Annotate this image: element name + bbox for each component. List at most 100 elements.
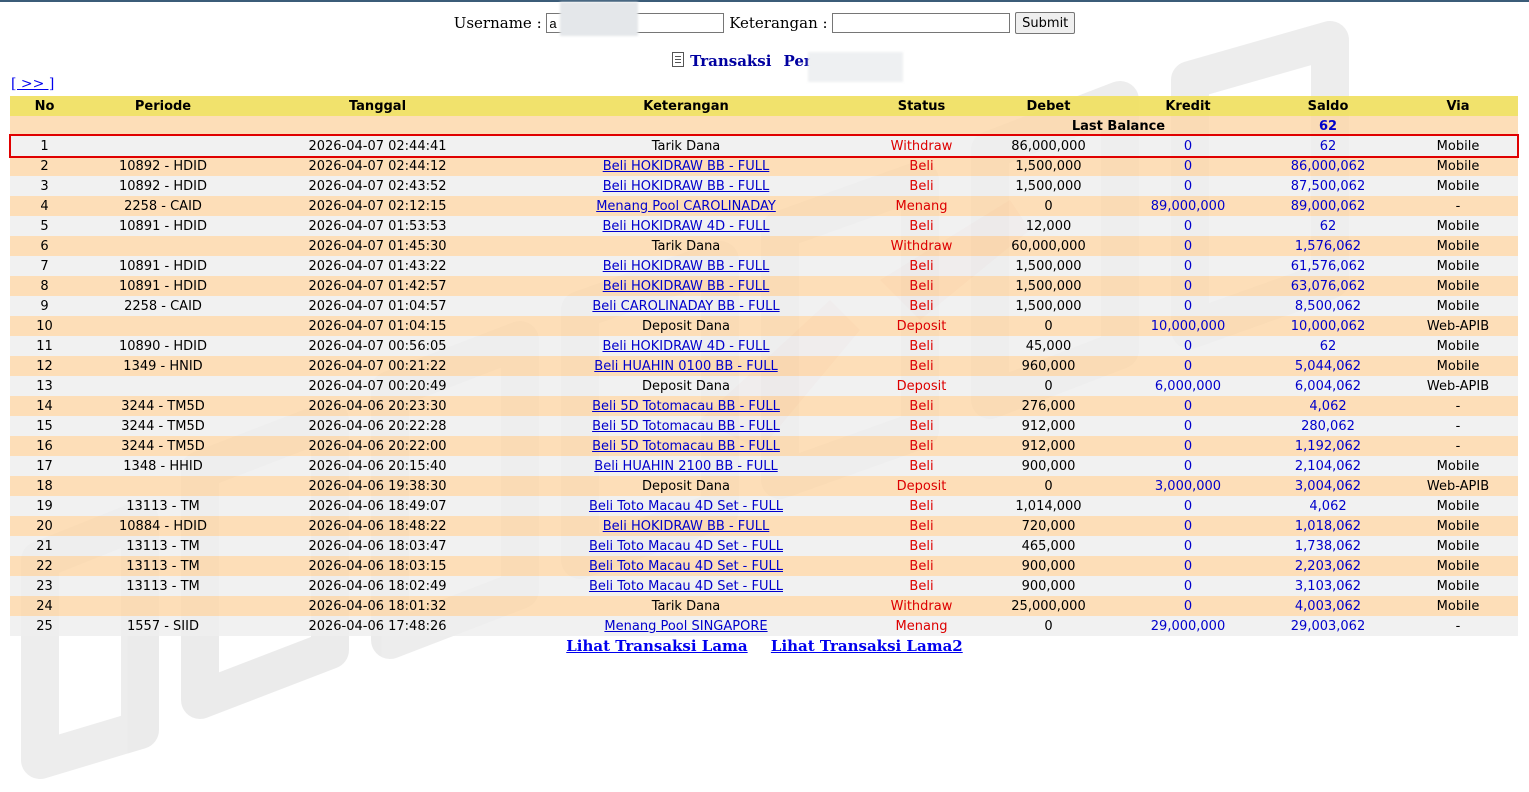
row-saldo: 62 xyxy=(1258,336,1398,356)
row-keterangan: Deposit Dana xyxy=(508,376,864,396)
transaction-detail-link[interactable]: Beli 5D Totomacau BB - FULL xyxy=(592,399,780,414)
last-balance-row: Last Balance 62 xyxy=(10,116,1518,136)
row-kredit: 0 xyxy=(1118,536,1258,556)
row-no: 14 xyxy=(10,396,79,416)
row-kredit: 0 xyxy=(1118,516,1258,536)
row-status: Withdraw xyxy=(864,596,979,616)
row-via: Mobile xyxy=(1398,156,1518,176)
row-tanggal: 2026-04-07 01:43:22 xyxy=(247,256,508,276)
row-tanggal: 2026-04-06 18:48:22 xyxy=(247,516,508,536)
table-row: 11 10890 - HDID 2026-04-07 00:56:05 Beli HO… xyxy=(10,336,1518,356)
transaction-detail-link[interactable]: Beli 5D Totomacau BB - FULL xyxy=(592,439,780,454)
row-periode xyxy=(79,596,247,616)
row-kredit: 89,000,000 xyxy=(1118,196,1258,216)
column-header: Via xyxy=(1398,96,1518,116)
row-no: 1 xyxy=(10,136,79,156)
row-kredit: 29,000,000 xyxy=(1118,616,1258,636)
row-debet: 60,000,000 xyxy=(979,236,1118,256)
column-header: No xyxy=(10,96,79,116)
row-saldo: 8,500,062 xyxy=(1258,296,1398,316)
transaction-detail-link[interactable]: Menang Pool SINGAPORE xyxy=(604,619,767,634)
row-via: Web-APIB xyxy=(1398,316,1518,336)
row-via: Web-APIB xyxy=(1398,476,1518,496)
old-transactions-link[interactable]: Lihat Transaksi Lama xyxy=(566,637,747,655)
row-no: 13 xyxy=(10,376,79,396)
row-status: Beli xyxy=(864,296,979,316)
row-periode xyxy=(79,376,247,396)
row-tanggal: 2026-04-07 02:44:12 xyxy=(247,156,508,176)
row-no: 5 xyxy=(10,216,79,236)
row-no: 16 xyxy=(10,436,79,456)
row-debet: 900,000 xyxy=(979,456,1118,476)
row-via: - xyxy=(1398,396,1518,416)
row-no: 10 xyxy=(10,316,79,336)
row-kredit: 0 xyxy=(1118,416,1258,436)
transaction-detail-link[interactable]: Beli HOKIDRAW BB - FULL xyxy=(603,279,770,294)
row-tanggal: 2026-04-07 00:56:05 xyxy=(247,336,508,356)
row-periode: 3244 - TM5D xyxy=(79,436,247,456)
transaction-detail-link[interactable]: Beli Toto Macau 4D Set - FULL xyxy=(589,559,783,574)
footer-links: Lihat Transaksi Lama Lihat Transaksi Lam… xyxy=(0,637,1529,655)
row-status: Beli xyxy=(864,256,979,276)
row-via: - xyxy=(1398,416,1518,436)
submit-button[interactable]: Submit xyxy=(1015,12,1076,34)
row-no: 18 xyxy=(10,476,79,496)
old-transactions2-link[interactable]: Lihat Transaksi Lama2 xyxy=(771,637,963,655)
row-via: Mobile xyxy=(1398,136,1518,156)
row-tanggal: 2026-04-06 19:38:30 xyxy=(247,476,508,496)
transaction-detail-link[interactable]: Beli Toto Macau 4D Set - FULL xyxy=(589,539,783,554)
transaction-detail-link[interactable]: Beli HOKIDRAW 4D - FULL xyxy=(602,339,769,354)
row-keterangan: Tarik Dana xyxy=(508,236,864,256)
transaction-detail-link[interactable]: Beli Toto Macau 4D Set - FULL xyxy=(589,579,783,594)
row-tanggal: 2026-04-07 01:04:57 xyxy=(247,296,508,316)
row-status: Beli xyxy=(864,356,979,376)
transaction-detail-link[interactable]: Beli HOKIDRAW 4D - FULL xyxy=(602,219,769,234)
row-debet: 276,000 xyxy=(979,396,1118,416)
row-debet: 912,000 xyxy=(979,416,1118,436)
keterangan-label: Keterangan : xyxy=(729,14,828,32)
keterangan-input[interactable] xyxy=(832,13,1011,33)
row-via: Mobile xyxy=(1398,516,1518,536)
next-page-link[interactable]: [ >> ] xyxy=(11,76,54,92)
row-kredit: 0 xyxy=(1118,276,1258,296)
transaction-detail-link[interactable]: Beli HOKIDRAW BB - FULL xyxy=(603,259,770,274)
transaction-detail-link[interactable]: Beli HOKIDRAW BB - FULL xyxy=(603,179,770,194)
table-row: 10 2026-04-07 01:04:15 Deposit Dana Deposit… xyxy=(10,316,1518,336)
row-saldo: 62 xyxy=(1258,136,1398,156)
row-no: 25 xyxy=(10,616,79,636)
row-debet: 0 xyxy=(979,316,1118,336)
row-saldo: 1,018,062 xyxy=(1258,516,1398,536)
row-saldo: 280,062 xyxy=(1258,416,1398,436)
table-row: 1 2026-04-07 02:44:41 Tarik Dana Withdraw 86… xyxy=(10,136,1518,156)
row-debet: 1,500,000 xyxy=(979,156,1118,176)
table-row: 16 3244 - TM5D 2026-04-06 20:22:00 Beli 5D … xyxy=(10,436,1518,456)
row-saldo: 3,004,062 xyxy=(1258,476,1398,496)
row-periode: 1557 - SIID xyxy=(79,616,247,636)
transaction-detail-link[interactable]: Menang Pool CAROLINADAY xyxy=(596,199,776,214)
transaction-detail-link[interactable]: Beli 5D Totomacau BB - FULL xyxy=(592,419,780,434)
row-periode: 13113 - TM xyxy=(79,556,247,576)
row-status: Withdraw xyxy=(864,136,979,156)
table-row: 24 2026-04-06 18:01:32 Tarik Dana Withdraw 2… xyxy=(10,596,1518,616)
row-debet: 1,500,000 xyxy=(979,256,1118,276)
column-header: Kredit xyxy=(1118,96,1258,116)
row-via: Mobile xyxy=(1398,536,1518,556)
row-periode: 10891 - HDID xyxy=(79,216,247,236)
row-periode: 2258 - CAID xyxy=(79,196,247,216)
row-saldo: 62 xyxy=(1258,216,1398,236)
row-keterangan: Deposit Dana xyxy=(508,316,864,336)
row-status: Beli xyxy=(864,516,979,536)
row-keterangan: Beli HOKIDRAW BB - FULL xyxy=(508,276,864,296)
transaction-detail-link[interactable]: Beli HOKIDRAW BB - FULL xyxy=(603,159,770,174)
transaction-detail-link[interactable]: Beli HUAHIN 2100 BB - FULL xyxy=(594,459,777,474)
row-debet: 1,014,000 xyxy=(979,496,1118,516)
row-periode xyxy=(79,476,247,496)
transaction-detail-link[interactable]: Beli HUAHIN 0100 BB - FULL xyxy=(594,359,777,374)
transaction-detail-link[interactable]: Beli Toto Macau 4D Set - FULL xyxy=(589,499,783,514)
table-row: 6 2026-04-07 01:45:30 Tarik Dana Withdraw 60… xyxy=(10,236,1518,256)
transaction-detail-link[interactable]: Beli CAROLINADAY BB - FULL xyxy=(592,299,779,314)
row-keterangan: Beli 5D Totomacau BB - FULL xyxy=(508,436,864,456)
row-via: Mobile xyxy=(1398,356,1518,376)
table-row: 9 2258 - CAID 2026-04-07 01:04:57 Beli CARO… xyxy=(10,296,1518,316)
transaction-detail-link[interactable]: Beli HOKIDRAW BB - FULL xyxy=(603,519,770,534)
